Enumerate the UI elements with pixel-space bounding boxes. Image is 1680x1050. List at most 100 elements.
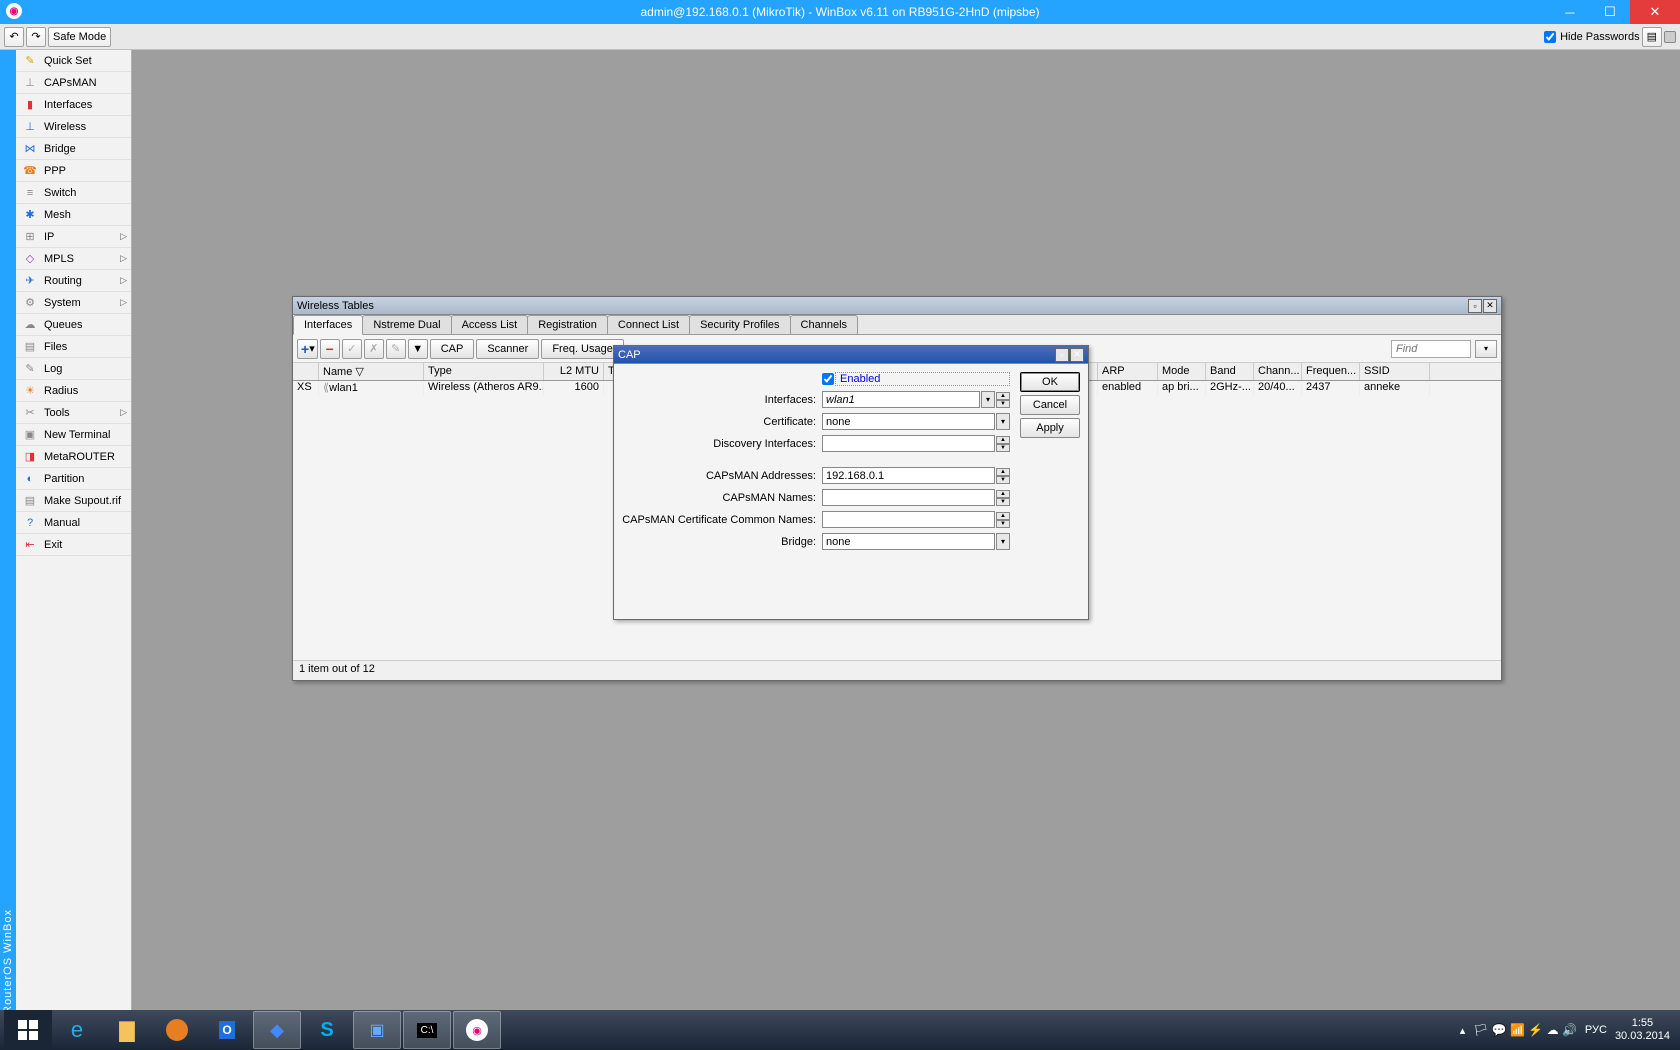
certificate-field[interactable] bbox=[822, 413, 995, 430]
bridge-dropdown[interactable]: ▾ bbox=[996, 533, 1010, 550]
names-down[interactable]: ▼ bbox=[996, 498, 1010, 506]
disable-button[interactable]: ✗ bbox=[364, 339, 384, 359]
start-button[interactable] bbox=[4, 1010, 52, 1050]
bridge-field[interactable] bbox=[822, 533, 995, 550]
sidebar-item-tools[interactable]: ✂Tools▷ bbox=[16, 402, 131, 424]
tab-connect-list[interactable]: Connect List bbox=[607, 315, 690, 334]
wireless-close-button[interactable]: ✕ bbox=[1483, 299, 1497, 313]
undo-button[interactable]: ↶ bbox=[4, 27, 24, 47]
addresses-down[interactable]: ▼ bbox=[996, 476, 1010, 484]
enabled-checkbox[interactable] bbox=[822, 373, 834, 385]
column-header[interactable]: SSID bbox=[1360, 363, 1430, 380]
app1-taskbar-icon[interactable]: ◆ bbox=[253, 1011, 301, 1049]
tab-registration[interactable]: Registration bbox=[527, 315, 608, 334]
remove-button[interactable]: − bbox=[320, 339, 340, 359]
tab-interfaces[interactable]: Interfaces bbox=[293, 315, 363, 335]
sidebar-item-make-supout-rif[interactable]: ▤Make Supout.rif bbox=[16, 490, 131, 512]
filter-button[interactable]: ▼ bbox=[408, 339, 428, 359]
sidebar-item-log[interactable]: ✎Log bbox=[16, 358, 131, 380]
maximize-button[interactable]: ☐ bbox=[1590, 0, 1630, 24]
sidebar-item-radius[interactable]: ☀Radius bbox=[16, 380, 131, 402]
find-input[interactable] bbox=[1391, 340, 1471, 358]
ie-taskbar-icon[interactable]: e bbox=[53, 1011, 101, 1049]
column-header[interactable]: ARP bbox=[1098, 363, 1158, 380]
sidebar-item-partition[interactable]: ◐Partition bbox=[16, 468, 131, 490]
firefox-taskbar-icon[interactable] bbox=[153, 1011, 201, 1049]
tab-security-profiles[interactable]: Security Profiles bbox=[689, 315, 790, 334]
cap-button[interactable]: CAP bbox=[430, 339, 475, 359]
tray-chevron-icon[interactable]: ▴ bbox=[1460, 1024, 1466, 1037]
column-header[interactable] bbox=[293, 363, 319, 380]
skype-taskbar-icon[interactable]: S bbox=[303, 1011, 351, 1049]
clock[interactable]: 1:55 30.03.2014 bbox=[1615, 1017, 1670, 1043]
scanner-button[interactable]: Scanner bbox=[476, 339, 539, 359]
names-up[interactable]: ▲ bbox=[996, 490, 1010, 498]
columns-dropdown[interactable]: ▾ bbox=[1475, 340, 1497, 358]
addresses-field[interactable] bbox=[822, 467, 995, 484]
interfaces-down[interactable]: ▼ bbox=[996, 400, 1010, 408]
addresses-up[interactable]: ▲ bbox=[996, 468, 1010, 476]
apply-button[interactable]: Apply bbox=[1020, 418, 1080, 438]
rdp-taskbar-icon[interactable]: ▣ bbox=[353, 1011, 401, 1049]
language-indicator[interactable]: РУС bbox=[1585, 1024, 1607, 1036]
column-header[interactable]: Mode bbox=[1158, 363, 1206, 380]
cancel-button[interactable]: Cancel bbox=[1020, 395, 1080, 415]
sidebar-item-ip[interactable]: ⊞IP▷ bbox=[16, 226, 131, 248]
tray-icons[interactable]: 🏳 💬 📶 ⚡ ☁ 🔊 bbox=[1473, 1023, 1577, 1037]
sidebar-item-new-terminal[interactable]: ▣New Terminal bbox=[16, 424, 131, 446]
column-header[interactable]: Frequen... bbox=[1302, 363, 1360, 380]
comment-button[interactable]: ✎ bbox=[386, 339, 406, 359]
sidebar-item-quick-set[interactable]: ✎Quick Set bbox=[16, 50, 131, 72]
names-field[interactable] bbox=[822, 489, 995, 506]
hide-passwords-checkbox[interactable]: Hide Passwords bbox=[1544, 31, 1639, 43]
ok-button[interactable]: OK bbox=[1020, 372, 1080, 392]
sidebar-item-mesh[interactable]: ✱Mesh bbox=[16, 204, 131, 226]
sidebar-item-capsman[interactable]: ⊥CAPsMAN bbox=[16, 72, 131, 94]
sidebar-item-exit[interactable]: ⇤Exit bbox=[16, 534, 131, 556]
dashboard-button[interactable]: ▤ bbox=[1642, 27, 1662, 47]
add-button[interactable]: +▾ bbox=[297, 339, 318, 359]
sidebar-item-files[interactable]: ▤Files bbox=[16, 336, 131, 358]
discovery-field[interactable] bbox=[822, 435, 995, 452]
interfaces-up[interactable]: ▲ bbox=[996, 392, 1010, 400]
interfaces-dropdown[interactable]: ▾ bbox=[981, 391, 995, 408]
redo-button[interactable]: ↷ bbox=[26, 27, 46, 47]
sidebar-item-metarouter[interactable]: ◨MetaROUTER bbox=[16, 446, 131, 468]
freq-usage-button[interactable]: Freq. Usage bbox=[541, 339, 624, 359]
column-header[interactable]: Chann... bbox=[1254, 363, 1302, 380]
close-button[interactable]: ✕ bbox=[1630, 0, 1680, 24]
column-header[interactable]: Type bbox=[424, 363, 544, 380]
cap-header[interactable]: CAP ▫ ✕ bbox=[614, 346, 1088, 364]
cap-detach-button[interactable]: ▫ bbox=[1055, 348, 1069, 362]
sidebar-item-switch[interactable]: ≡Switch bbox=[16, 182, 131, 204]
certnames-up[interactable]: ▲ bbox=[996, 512, 1010, 520]
discovery-up[interactable]: ▲ bbox=[996, 436, 1010, 444]
sidebar-item-interfaces[interactable]: ▮Interfaces bbox=[16, 94, 131, 116]
sidebar-item-manual[interactable]: ?Manual bbox=[16, 512, 131, 534]
outlook-taskbar-icon[interactable]: O bbox=[203, 1011, 251, 1049]
certnames-field[interactable] bbox=[822, 511, 995, 528]
cmd-taskbar-icon[interactable]: C:\ bbox=[403, 1011, 451, 1049]
certnames-down[interactable]: ▼ bbox=[996, 520, 1010, 528]
cap-close-button[interactable]: ✕ bbox=[1070, 348, 1084, 362]
tab-access-list[interactable]: Access List bbox=[451, 315, 529, 334]
enable-button[interactable]: ✓ bbox=[342, 339, 362, 359]
sidebar-item-ppp[interactable]: ☎PPP bbox=[16, 160, 131, 182]
sidebar-item-routing[interactable]: ✈Routing▷ bbox=[16, 270, 131, 292]
sidebar-item-bridge[interactable]: ⋈Bridge bbox=[16, 138, 131, 160]
sidebar-item-wireless[interactable]: ⊥Wireless bbox=[16, 116, 131, 138]
discovery-down[interactable]: ▼ bbox=[996, 444, 1010, 452]
sidebar-item-system[interactable]: ⚙System▷ bbox=[16, 292, 131, 314]
tab-nstreme-dual[interactable]: Nstreme Dual bbox=[362, 315, 451, 334]
safe-mode-button[interactable]: Safe Mode bbox=[48, 27, 111, 47]
interfaces-field[interactable] bbox=[822, 391, 980, 408]
sidebar-item-mpls[interactable]: ◇MPLS▷ bbox=[16, 248, 131, 270]
minimize-button[interactable]: ─ bbox=[1550, 0, 1590, 24]
column-header[interactable]: L2 MTU bbox=[544, 363, 604, 380]
tab-channels[interactable]: Channels bbox=[790, 315, 858, 334]
winbox-taskbar-icon[interactable]: ◉ bbox=[453, 1011, 501, 1049]
wireless-detach-button[interactable]: ▫ bbox=[1468, 299, 1482, 313]
column-header[interactable]: Name ▽ bbox=[319, 363, 424, 380]
sidebar-item-queues[interactable]: ☁Queues bbox=[16, 314, 131, 336]
certificate-dropdown[interactable]: ▾ bbox=[996, 413, 1010, 430]
